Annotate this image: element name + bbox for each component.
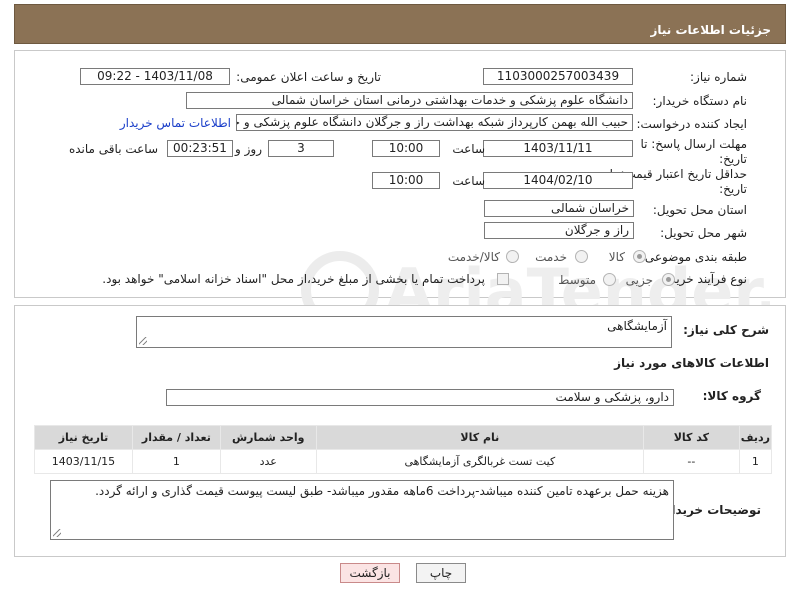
validity-time-field: 10:00 (372, 172, 440, 189)
deadline-label-line1: مهلت ارسال پاسخ: تا (640, 137, 747, 151)
buyer-contact-link[interactable]: اطلاعات تماس خریدار (120, 116, 231, 130)
back-button[interactable]: بازگشت (340, 563, 400, 583)
validity-time-label: ساعت (452, 174, 485, 188)
category-option-goods-service: کالا/خدمت (447, 250, 500, 264)
col-row: ردیف (738, 425, 773, 450)
need-number-field: 1103000257003439 (483, 68, 633, 85)
page-title: جزئیات اطلاعات نیاز (650, 23, 771, 37)
remaining-label: ساعت باقی مانده (68, 142, 158, 156)
col-qty: تعداد / مقدار (131, 425, 221, 450)
deadline-label: مهلت ارسال پاسخ: تا تاریخ: (640, 137, 747, 167)
cell-code: -- (642, 449, 740, 474)
deadline-time-label: ساعت (452, 142, 485, 156)
buyer-notes-text: هزینه حمل برعهده تامین کننده میباشد-پردا… (95, 484, 669, 498)
deadline-time-field: 10:00 (372, 140, 440, 157)
province-label: استان محل تحویل: (652, 203, 747, 217)
announce-field: 1403/11/08 - 09:22 (80, 68, 230, 85)
cell-row: 1 (738, 449, 773, 474)
col-date: تاریخ نیاز (34, 425, 133, 450)
treasury-payment-note: پرداخت تمام یا بخشی از مبلغ خرید،از محل … (102, 272, 485, 286)
validity-date-field: 1404/02/10 (483, 172, 633, 189)
province-field: خراسان شمالی (484, 200, 634, 217)
resize-grip-icon[interactable] (139, 337, 147, 345)
cell-name: کیت تست غربالگری آزمایشگاهی (315, 449, 644, 474)
cell-qty: 1 (131, 449, 221, 474)
category-label: طبقه بندی موضوعی: (640, 250, 747, 264)
days-label: روز و (235, 142, 262, 156)
purchase-radio-medium[interactable] (603, 273, 616, 286)
resize-grip-icon[interactable] (53, 529, 61, 537)
goods-table-header: ردیف کد کالا نام کالا واحد شمارش تعداد /… (34, 425, 773, 450)
category-option-service: خدمت (535, 250, 567, 264)
category-radio-goods-service[interactable] (506, 250, 519, 263)
days-field: 3 (268, 140, 334, 157)
treasury-payment-checkbox[interactable] (497, 273, 509, 285)
col-code: کد کالا (642, 425, 740, 450)
remaining-time-field: 00:23:51 (167, 140, 233, 157)
purchase-option-medium: متوسط (558, 273, 596, 287)
announce-label: تاریخ و ساعت اعلان عمومی: (236, 70, 381, 84)
page-header: جزئیات اطلاعات نیاز (14, 4, 786, 44)
need-number-label: شماره نیاز: (690, 70, 747, 84)
buyer-field: دانشگاه علوم پزشکی و خدمات بهداشتی درمان… (186, 92, 633, 109)
cell-unit: عدد (219, 449, 317, 474)
goods-table: ردیف کد کالا نام کالا واحد شمارش تعداد /… (34, 425, 773, 474)
buyer-notes-field: هزینه حمل برعهده تامین کننده میباشد-پردا… (50, 480, 674, 540)
city-field: راز و جرگلان (484, 222, 634, 239)
need-description-text: آزمایشگاهی (607, 319, 667, 333)
purchase-option-minor: جزیی (625, 273, 653, 287)
print-button[interactable]: چاپ (416, 563, 466, 583)
goods-group-field: دارو، پزشکی و سلامت (166, 389, 674, 406)
deadline-label-line2: تاریخ: (719, 152, 747, 166)
category-radio-service[interactable] (575, 250, 588, 263)
buyer-label: نام دستگاه خریدار: (652, 94, 748, 108)
need-description-field: آزمایشگاهی (136, 316, 672, 348)
buyer-notes-label: توضیحات خریدار: (659, 503, 761, 517)
category-option-goods: کالا (608, 250, 625, 264)
category-radio-goods[interactable] (633, 250, 646, 263)
deadline-date-field: 1403/11/11 (483, 140, 633, 157)
creator-field: حبیب الله بهمن کارپرداز شبکه بهداشت راز … (236, 114, 633, 131)
col-unit: واحد شمارش (219, 425, 317, 450)
table-row: 1 -- کیت تست غربالگری آزمایشگاهی عدد 1 1… (34, 449, 773, 474)
goods-info-title: اطلاعات کالاهای مورد نیاز (614, 356, 769, 370)
cell-date: 1403/11/15 (34, 449, 133, 474)
col-name: نام کالا (315, 425, 644, 450)
goods-group-label: گروه کالا: (702, 389, 761, 403)
purchase-radio-minor[interactable] (662, 273, 675, 286)
city-label: شهر محل تحویل: (660, 226, 747, 240)
need-description-label: شرح کلی نیاز: (683, 323, 769, 337)
creator-label: ایجاد کننده درخواست: (636, 117, 747, 131)
